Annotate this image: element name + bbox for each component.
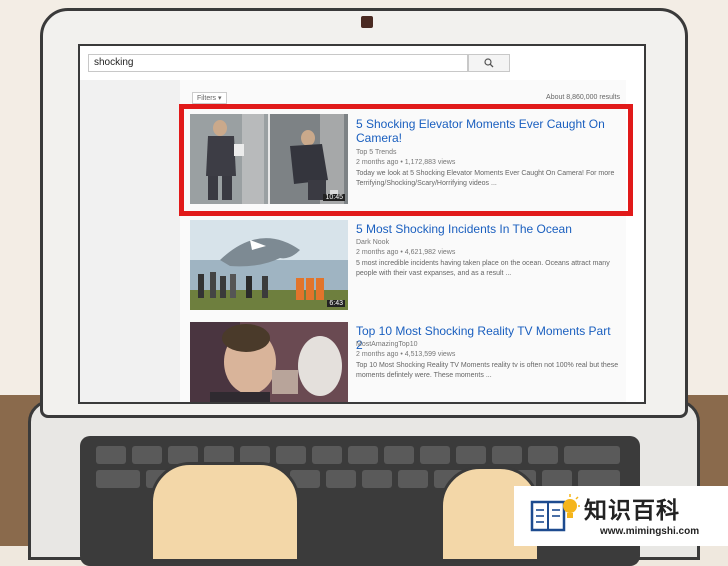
key xyxy=(528,446,558,464)
search-button[interactable] xyxy=(468,54,510,72)
key xyxy=(398,470,428,488)
key xyxy=(492,446,522,464)
video-meta: 2 months ago • 4,621,982 views xyxy=(356,249,456,256)
watermark-text: 知识百科 xyxy=(584,497,680,523)
video-description: Top 10 Most Shocking Reality TV Moments … xyxy=(356,362,619,379)
highlight-box xyxy=(179,104,633,216)
key xyxy=(276,446,306,464)
video-duration: 6:43 xyxy=(327,300,345,307)
key xyxy=(96,446,126,464)
video-meta: 2 months ago • 4,513,599 views xyxy=(356,351,456,358)
left-column xyxy=(80,80,180,402)
video-description: 5 most incredible incidents having taken… xyxy=(356,260,610,277)
video-channel[interactable]: MostAmazingTop10 xyxy=(356,340,417,350)
key xyxy=(362,470,392,488)
key xyxy=(132,446,162,464)
watermark-url: www.mimingshi.com xyxy=(600,526,700,537)
key xyxy=(384,446,414,464)
video-thumbnail[interactable] xyxy=(190,322,348,402)
key xyxy=(326,470,356,488)
key xyxy=(420,446,450,464)
search-input[interactable]: shocking xyxy=(88,54,468,72)
reality-tv-thumbnail-image xyxy=(190,322,348,402)
key xyxy=(96,470,140,488)
key xyxy=(456,446,486,464)
book-lightbulb-icon xyxy=(530,494,580,534)
filters-button[interactable]: Filters ▾ xyxy=(192,92,227,104)
video-thumbnail[interactable]: 6:43 xyxy=(190,220,348,310)
key xyxy=(312,446,342,464)
laptop-screen: shocking Filters ▾ About 8,860,000 resul… xyxy=(78,44,646,404)
search-icon xyxy=(484,58,494,68)
key xyxy=(348,446,378,464)
video-title-link[interactable]: 5 Most Shocking Incidents In The Ocean xyxy=(356,222,616,236)
video-channel[interactable]: Dark Nook xyxy=(356,238,389,248)
key xyxy=(564,446,620,464)
results-count: About 8,860,000 results xyxy=(546,94,620,101)
left-hand xyxy=(150,462,300,562)
ocean-thumbnail-image xyxy=(190,220,348,310)
webcam-icon xyxy=(361,16,373,28)
